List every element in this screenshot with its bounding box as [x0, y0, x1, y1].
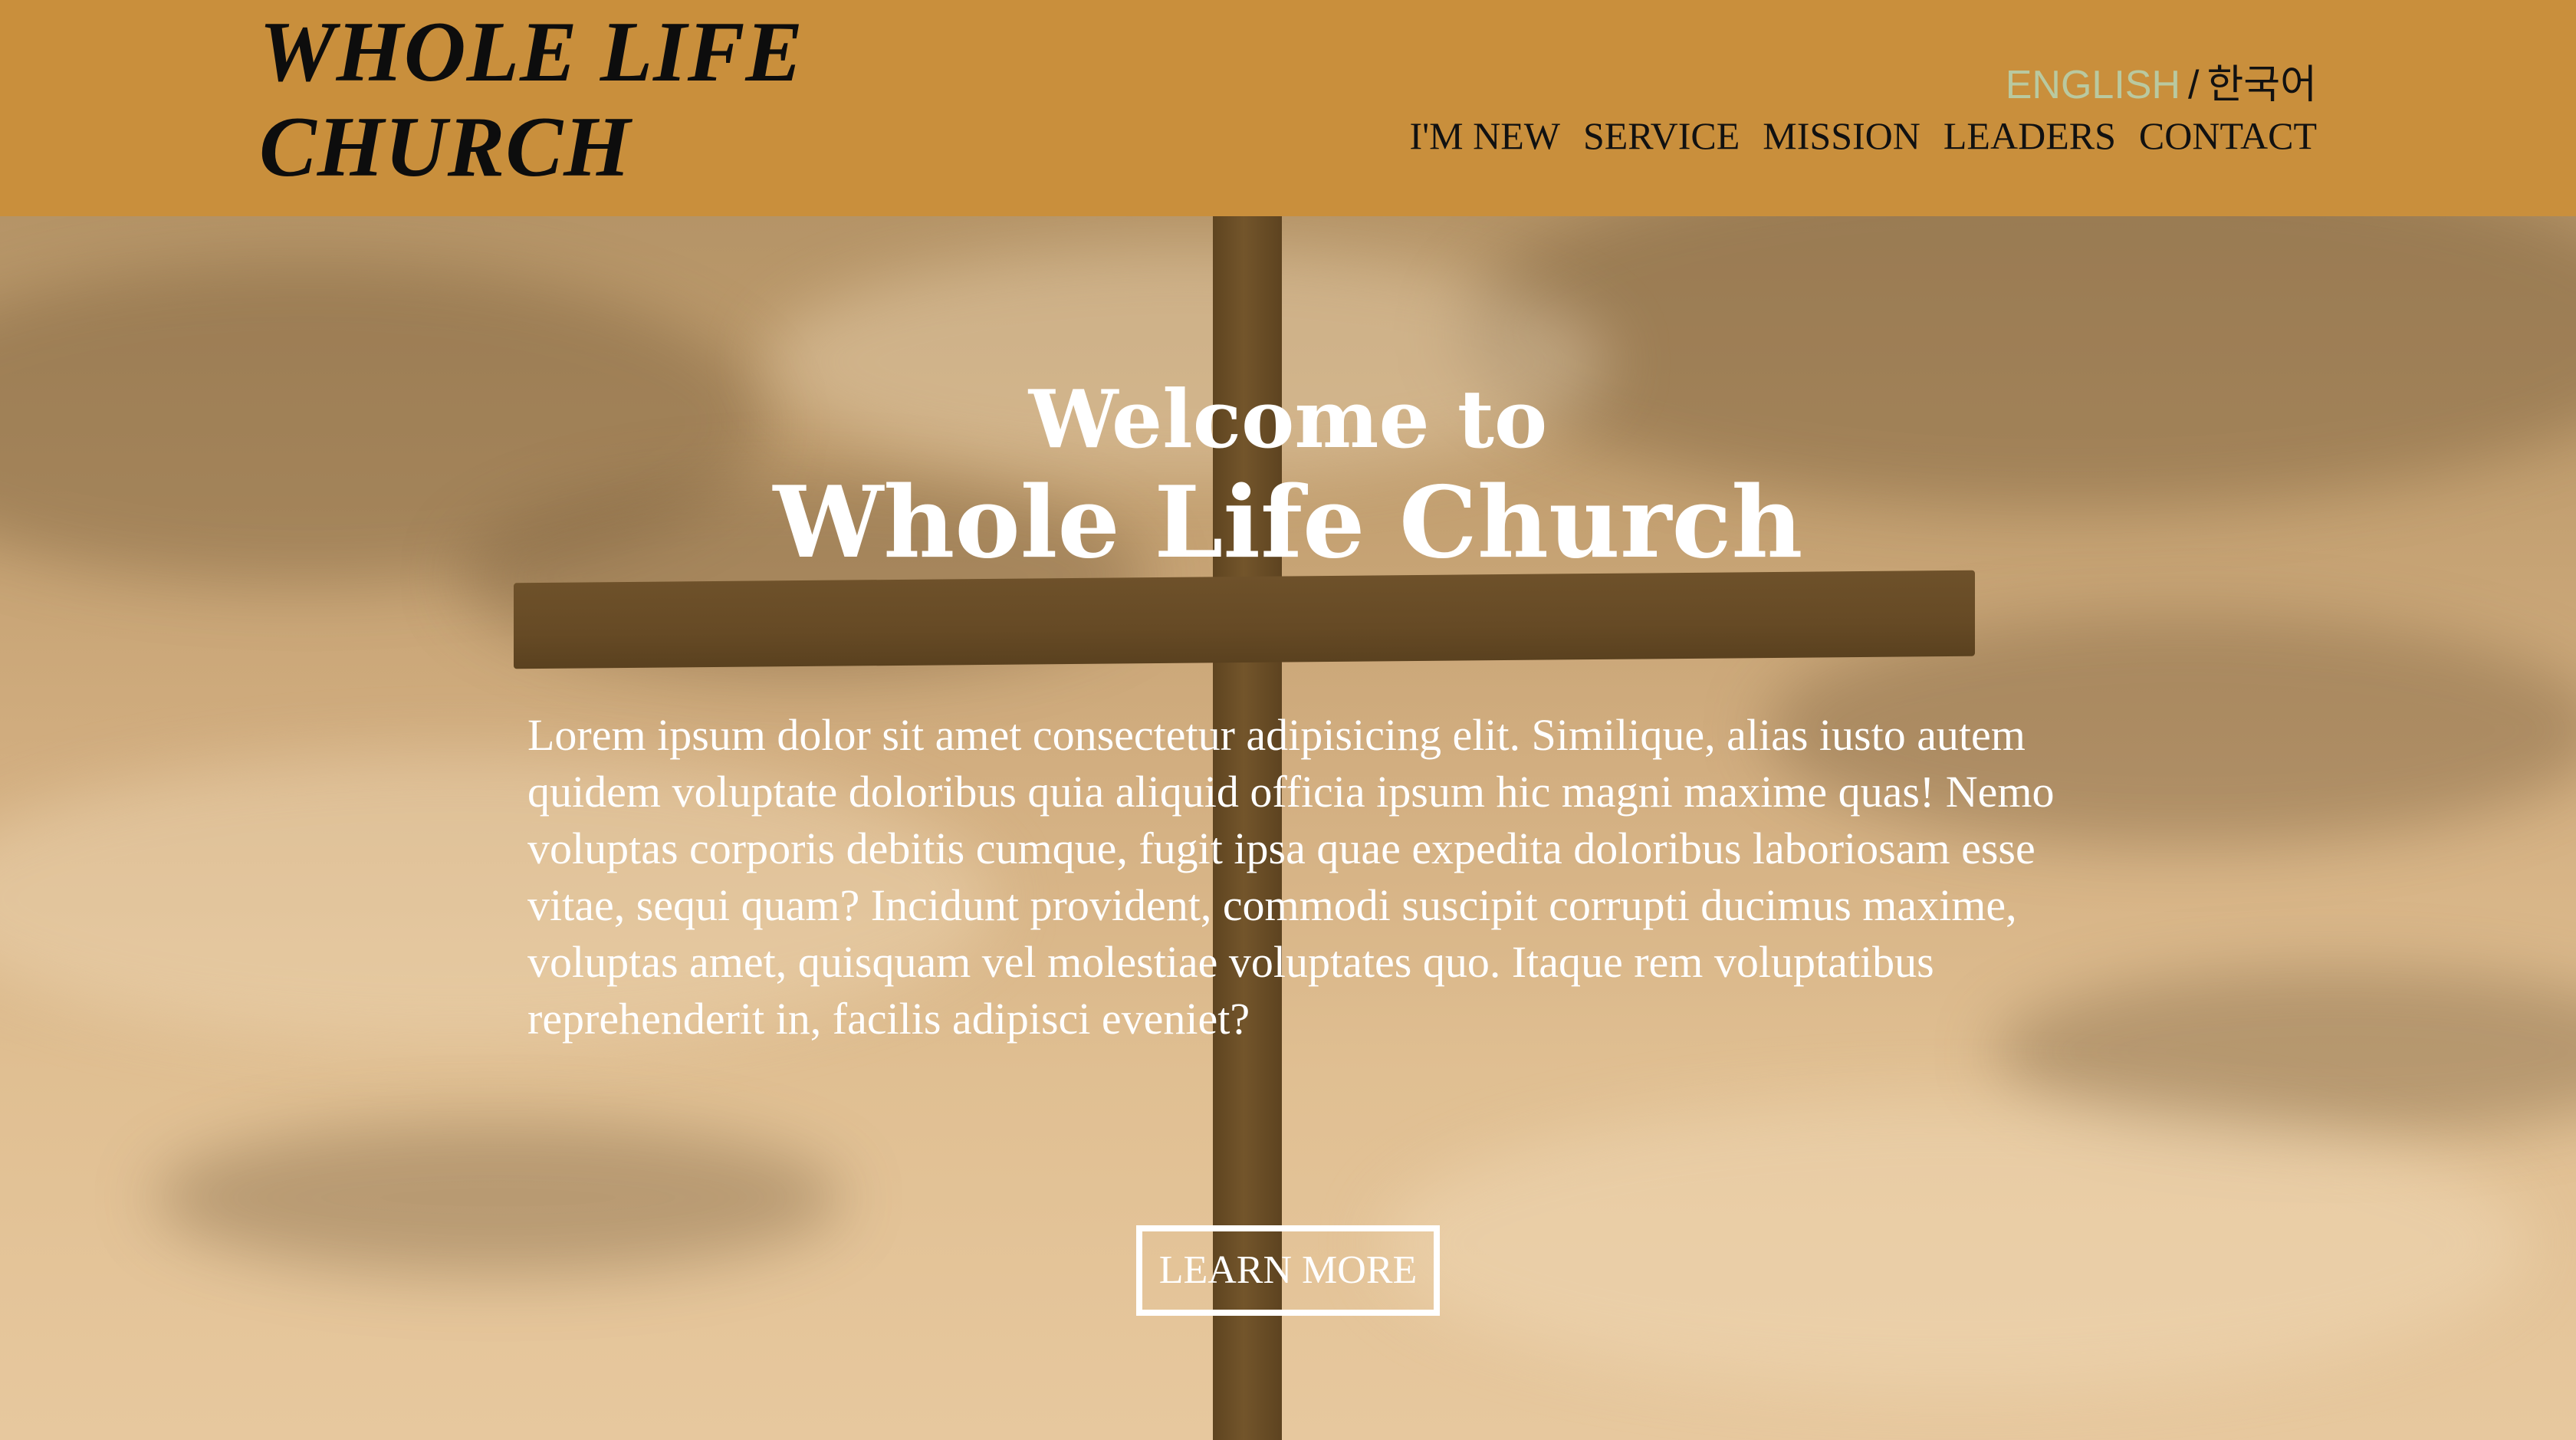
- hero-description: Lorem ipsum dolor sit amet consectetur a…: [527, 710, 2055, 1044]
- language-switcher: ENGLISH / 한국어: [2006, 58, 2317, 112]
- nav-item-service[interactable]: SERVICE: [1583, 110, 1740, 161]
- logo-line-1[interactable]: WHOLE LIFE: [259, 5, 949, 100]
- nav-item-im-new[interactable]: I'M NEW: [1409, 110, 1559, 161]
- site-logo[interactable]: WHOLE LIFE CHURCH: [259, 5, 949, 195]
- nav-item-mission[interactable]: MISSION: [1763, 110, 1921, 161]
- learn-more-button[interactable]: LEARN MORE: [1136, 1225, 1440, 1316]
- language-english-link[interactable]: ENGLISH: [2006, 63, 2180, 107]
- hero-heading: Welcome to Whole Life Church: [0, 368, 2576, 575]
- nav-item-contact[interactable]: CONTACT: [2139, 110, 2317, 161]
- logo-line-2[interactable]: CHURCH: [259, 100, 949, 195]
- main-nav: I'M NEW SERVICE MISSION LEADERS CONTACT: [1409, 110, 2317, 161]
- language-korean-link[interactable]: 한국어: [2206, 63, 2317, 107]
- language-separator: /: [2188, 63, 2200, 107]
- hero-section: Welcome to Whole Life Church Lorem ipsum…: [0, 216, 2576, 1440]
- welcome-line-1: Welcome to: [1028, 371, 1548, 466]
- site-header: WHOLE LIFE CHURCH ENGLISH / 한국어 I'M NEW SE…: [0, 0, 2576, 216]
- nav-item-leaders[interactable]: LEADERS: [1944, 110, 2116, 161]
- cross-horizontal-beam: [514, 570, 1975, 669]
- welcome-line-2: Whole Life Church: [773, 465, 1803, 580]
